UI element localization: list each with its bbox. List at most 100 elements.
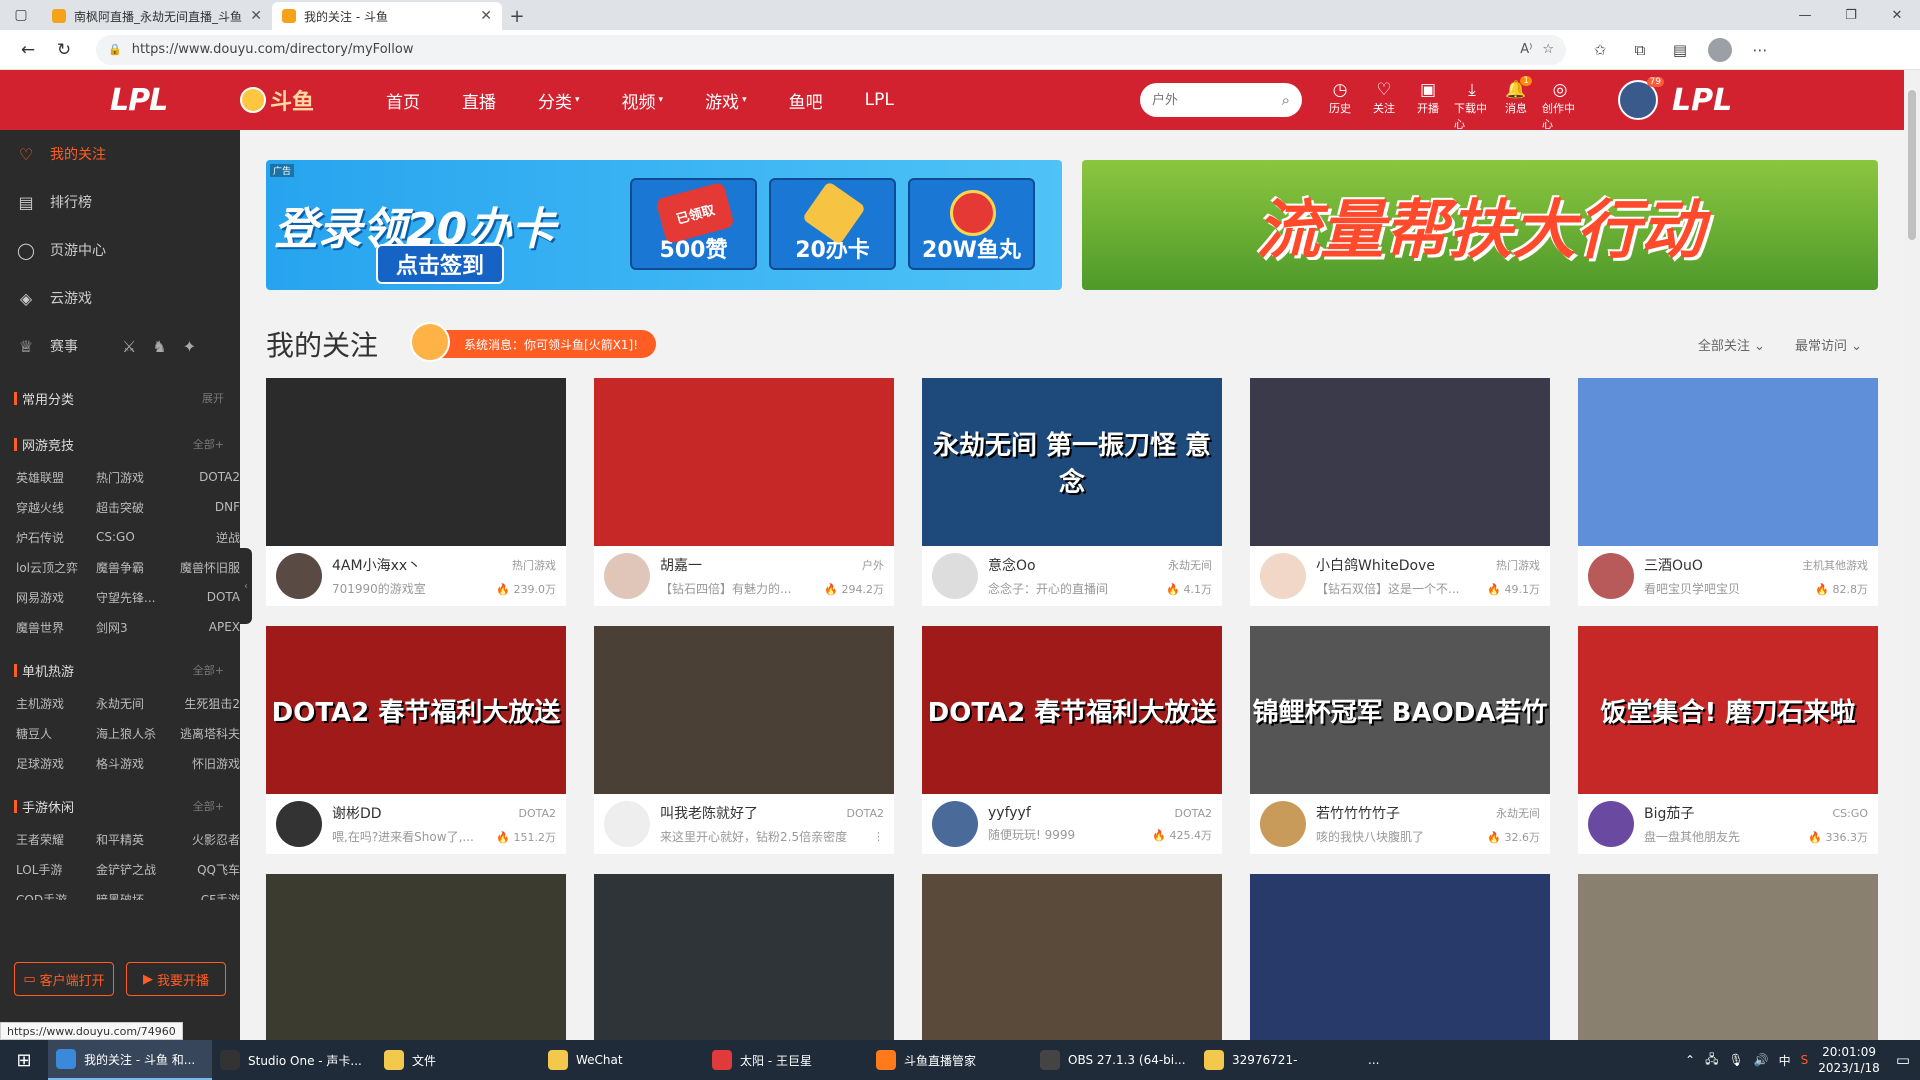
category-link[interactable]: 足球游戏	[16, 748, 96, 778]
taskbar-app[interactable]: WeChat	[540, 1040, 704, 1080]
stream-thumbnail[interactable]	[1250, 378, 1550, 546]
category-link[interactable]: 网易游戏	[16, 582, 96, 612]
more-icon[interactable]: ⋮	[873, 830, 884, 843]
user-avatar[interactable]: 79	[1618, 77, 1664, 120]
stream-category[interactable]: DOTA2	[846, 807, 884, 820]
sidebar-item-cloud-game[interactable]: ◈ 云游戏	[0, 274, 240, 322]
url-text[interactable]: https://www.douyu.com/directory/myFollow	[132, 42, 1511, 57]
history-button[interactable]: ◷ 历史	[1322, 80, 1358, 132]
streamer-name[interactable]: 4AM小海xx丶	[332, 555, 512, 575]
traffic-support-banner[interactable]: 流量帮扶大行动	[1082, 160, 1878, 290]
streamer-avatar[interactable]	[1260, 553, 1306, 599]
notification-icon[interactable]: ▭	[1896, 1051, 1910, 1069]
category-link[interactable]: 英雄联盟	[16, 462, 96, 492]
streamer-name[interactable]: 叫我老陈就好了	[660, 803, 846, 823]
category-link[interactable]: CS:GO	[96, 522, 176, 552]
streamer-name[interactable]: 若竹竹竹竹子	[1316, 803, 1496, 823]
nav-video[interactable]: 视频 ▾	[598, 88, 682, 113]
close-icon[interactable]: ✕	[480, 8, 492, 24]
taskbar-overflow[interactable]: ...	[1360, 1040, 1400, 1080]
streamer-name[interactable]: 胡嘉一	[660, 555, 862, 575]
stream-category[interactable]: 永劫无间	[1168, 557, 1212, 573]
download-center-button[interactable]: ⤓ 下载中心	[1454, 80, 1490, 132]
nav-game[interactable]: 游戏 ▾	[681, 88, 765, 113]
category-link[interactable]: 海上狼人杀	[96, 718, 176, 748]
streamer-avatar[interactable]	[604, 801, 650, 847]
category-link[interactable]: 怀旧游戏	[176, 748, 240, 778]
category-link[interactable]: LOL手游	[16, 854, 96, 884]
all-link[interactable]: 全部+	[193, 798, 224, 814]
stream-card[interactable]: DOTA2 春节福利大放送 谢彬DD DOTA2 喂,在吗?进来看Show了,.…	[266, 626, 566, 854]
sidebar-item-webgame[interactable]: ◯ 页游中心	[0, 226, 240, 274]
category-link[interactable]: 王者荣耀	[16, 824, 96, 854]
category-link[interactable]: lol云顶之弈	[16, 552, 96, 582]
all-link[interactable]: 全部+	[193, 436, 224, 452]
browser-tab-2[interactable]: 我的关注 - 斗鱼 ✕	[272, 2, 502, 30]
category-link[interactable]: 热门游戏	[96, 462, 176, 492]
event-logo-icon[interactable]: ⚔	[122, 337, 136, 356]
favorites-icon[interactable]: ✩	[1582, 35, 1618, 65]
more-icon[interactable]: ⋯	[1742, 35, 1778, 65]
stream-thumbnail[interactable]	[594, 626, 894, 794]
streamer-name[interactable]: 意念Oo	[988, 555, 1168, 575]
nav-yuba[interactable]: 鱼吧	[765, 88, 841, 113]
streamer-name[interactable]: 三酒OuO	[1644, 555, 1802, 575]
category-link[interactable]: 火影忍者	[176, 824, 240, 854]
start-live-button[interactable]: ▶ 我要开播	[126, 962, 226, 996]
open-client-button[interactable]: ▭ 客户端打开	[14, 962, 114, 996]
category-link[interactable]: 主机游戏	[16, 688, 96, 718]
category-link[interactable]: 逃离塔科夫	[176, 718, 240, 748]
stream-card[interactable]: 三酒OuO 主机其他游戏 看吧宝贝学吧宝贝 🔥 82.8万	[1578, 378, 1878, 606]
sort-dropdown[interactable]: 最常访问 ⌄	[1795, 335, 1862, 354]
minimize-icon[interactable]: —	[1782, 0, 1828, 30]
stream-card[interactable]: DOTA2 春节福利大放送 yyfyyf DOTA2 随便玩玩! 9999 🔥 …	[922, 626, 1222, 854]
category-link[interactable]: COD手游	[16, 884, 96, 901]
page-scrollbar[interactable]	[1904, 70, 1920, 1040]
go-live-button[interactable]: ▣ 开播	[1410, 80, 1446, 132]
streamer-avatar[interactable]	[932, 801, 978, 847]
stream-thumbnail[interactable]	[266, 874, 566, 1042]
chevron-up-icon[interactable]: ⌃	[1685, 1053, 1695, 1067]
close-icon[interactable]: ✕	[250, 8, 262, 24]
extension-icon[interactable]: ▤	[1662, 35, 1698, 65]
event-logo-icon[interactable]: ♞	[152, 337, 166, 356]
category-link[interactable]: QQ飞车	[176, 854, 240, 884]
category-link[interactable]: 魔兽怀旧服	[176, 552, 240, 582]
scrollbar-thumb[interactable]	[1908, 90, 1916, 240]
follow-button[interactable]: ♡ 关注	[1366, 80, 1402, 132]
stream-thumbnail[interactable]: 永劫无间 第一振刀怪 意念	[922, 378, 1222, 546]
taskbar-app[interactable]: OBS 27.1.3 (64-bi...	[1032, 1040, 1196, 1080]
category-link[interactable]: APEX	[176, 612, 240, 642]
stream-card[interactable]: 胡嘉一 户外 【钻石四倍】有魅力的... 🔥 294.2万	[594, 378, 894, 606]
nav-home[interactable]: 首页	[362, 88, 438, 113]
streamer-avatar[interactable]	[276, 553, 322, 599]
category-link[interactable]: 金铲铲之战	[96, 854, 176, 884]
creator-center-button[interactable]: ◎ 创作中心	[1542, 80, 1578, 132]
category-link[interactable]: 格斗游戏	[96, 748, 176, 778]
stream-card[interactable]: 叫我老陈就好了 DOTA2 来这里开心就好，钻粉2.5倍亲密度 ⋮	[594, 626, 894, 854]
streamer-avatar[interactable]	[604, 553, 650, 599]
network-icon[interactable]: 🖧	[1705, 1050, 1718, 1071]
stream-card[interactable]	[266, 874, 566, 1042]
stream-category[interactable]: 户外	[862, 557, 884, 573]
taskbar-app[interactable]: Studio One - 声卡...	[212, 1040, 376, 1080]
nav-lpl[interactable]: LPL	[841, 88, 912, 113]
url-field[interactable]: 🔒 https://www.douyu.com/directory/myFoll…	[96, 34, 1566, 65]
category-link[interactable]: 炉石传说	[16, 522, 96, 552]
stream-card[interactable]: 小白鸽WhiteDove 热门游戏 【钻石双倍】这是一个不... 🔥 49.1万	[1250, 378, 1550, 606]
category-link[interactable]: DOTA	[176, 582, 240, 612]
category-link[interactable]: CF手游	[176, 884, 240, 901]
sogou-icon[interactable]: S	[1801, 1053, 1809, 1067]
sidebar-item-ranking[interactable]: ▤ 排行榜	[0, 178, 240, 226]
stream-thumbnail[interactable]	[922, 874, 1222, 1042]
refresh-icon[interactable]: ↻	[46, 34, 82, 66]
category-link[interactable]: DOTA2	[176, 462, 240, 492]
back-icon[interactable]: ←	[10, 34, 46, 66]
expand-link[interactable]: 展开	[202, 390, 224, 406]
stream-card[interactable]	[1250, 874, 1550, 1042]
event-logo-icon[interactable]: ✦	[183, 337, 196, 356]
category-link[interactable]: DNF	[176, 492, 240, 522]
streamer-avatar[interactable]	[1588, 553, 1634, 599]
category-link[interactable]: 超击突破	[96, 492, 176, 522]
stream-thumbnail[interactable]: DOTA2 春节福利大放送	[266, 626, 566, 794]
